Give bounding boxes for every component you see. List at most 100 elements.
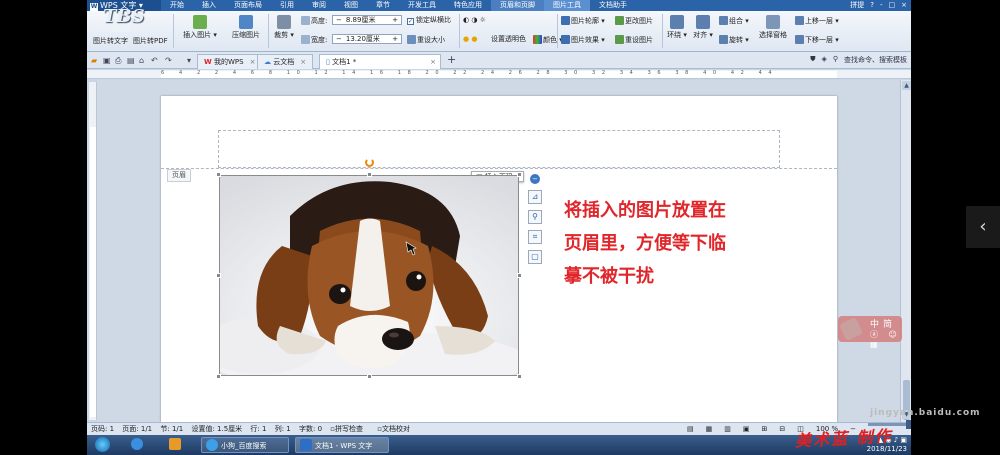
tab-doc-assistant[interactable]: 文档助手	[590, 0, 636, 11]
format-painter-icon[interactable]: ⌂	[139, 56, 144, 65]
horizontal-ruler[interactable]: 6 4 2 2 4 6 8 10 12 14 16 18 20 22 24 26…	[87, 70, 911, 79]
tbs-studio-logo: TBS studio	[103, 6, 145, 35]
close-icon[interactable]: ×	[250, 58, 256, 66]
picture-fill-icon[interactable]: ▢	[528, 250, 542, 264]
scroll-up-icon[interactable]: ▲	[902, 81, 911, 90]
watermark: jingyan.baidu.com	[870, 408, 981, 418]
undo-icon[interactable]: ↶	[151, 56, 158, 65]
close-button[interactable]: ×	[901, 0, 907, 11]
resize-handle-nw[interactable]	[216, 172, 221, 177]
windows-logo-icon	[95, 437, 110, 452]
document-icon: ▯	[326, 58, 330, 66]
color-button[interactable]: 颜色 ▾	[533, 35, 563, 45]
new-tab-button[interactable]: +	[447, 53, 456, 66]
start-button[interactable]	[91, 437, 117, 453]
tab-header-footer[interactable]: 页眉和页脚	[491, 0, 544, 11]
group-button[interactable]: 组合 ▾	[719, 16, 749, 26]
input-method-bar[interactable]: 中简 ⓐ ☺ ▦	[838, 316, 902, 349]
resize-handle-se[interactable]	[517, 374, 522, 379]
view-mode-icon[interactable]: ▤	[687, 423, 694, 435]
taskbar-wps[interactable]: 文档1 - WPS 文字	[295, 437, 389, 453]
selection-pane-button[interactable]: 选择窗格	[755, 13, 791, 40]
view-mode-icon[interactable]: ▣	[743, 423, 750, 435]
crop-button[interactable]: 裁剪 ▾	[271, 13, 297, 40]
wrap-button[interactable]: 环绕 ▾	[664, 13, 690, 40]
skin-icon: ◈	[821, 55, 827, 63]
tab-view[interactable]: 视图	[335, 0, 367, 11]
compress-picture-button[interactable]: 压缩图片	[228, 13, 264, 40]
tab-my-wps[interactable]: W 我的WPS ×	[197, 54, 263, 69]
chevron-left-icon[interactable]: ‹	[966, 206, 1000, 248]
send-backward-button[interactable]: 下移一层 ▾	[795, 35, 839, 45]
puppy-picture[interactable]	[219, 175, 519, 376]
tab-chapter[interactable]: 章节	[367, 0, 399, 11]
proofread-toggle[interactable]: ▫文档校对	[377, 425, 416, 433]
spell-check-toggle[interactable]: ▫拼写检查	[330, 425, 369, 433]
tab-picture-tools[interactable]: 图片工具	[544, 0, 590, 11]
document-page[interactable]: 页眉 ▣ 插入页码 ▾	[161, 96, 837, 422]
tab-features[interactable]: 特色应用	[445, 0, 491, 11]
layout-options-icon[interactable]: ⊿	[528, 190, 542, 204]
zoom-picture-icon[interactable]: ⚲	[528, 210, 542, 224]
checkbox-checked-icon: ✓	[407, 18, 414, 25]
header-area[interactable]	[218, 130, 780, 168]
user-button[interactable]: 拼提	[850, 0, 864, 11]
tab-developer[interactable]: 开发工具	[399, 0, 445, 11]
view-mode-icon[interactable]: ▥	[724, 423, 731, 435]
close-icon[interactable]: ×	[430, 55, 436, 69]
tab-cloud-docs[interactable]: ☁ 云文档 ×	[257, 54, 314, 69]
change-picture-button[interactable]: 更改图片	[615, 16, 653, 26]
pic-to-pdf-button[interactable]: 图片转PDF	[133, 37, 168, 46]
tab-review[interactable]: 审阅	[303, 0, 335, 11]
taskbar-browser[interactable]: 小狗_百度搜索	[201, 437, 289, 453]
resize-handle-e[interactable]	[517, 273, 522, 278]
preview-icon[interactable]: ▤	[127, 56, 135, 65]
crop-picture-icon[interactable]: ⌗	[528, 230, 542, 244]
taskbar-ie[interactable]	[127, 437, 150, 453]
picture-outline-button[interactable]: 图片轮廓 ▾	[561, 16, 605, 26]
header-divider	[161, 168, 837, 169]
set-transparent-button[interactable]: 设置透明色	[491, 35, 526, 44]
taskbar-media[interactable]	[165, 437, 188, 453]
view-mode-icon[interactable]: ⊟	[779, 423, 785, 435]
print-icon[interactable]: ⎙	[115, 56, 121, 66]
picture-effect-button[interactable]: 图片效果 ▾	[561, 35, 605, 45]
pic-to-text-button[interactable]: 图片转文字	[93, 37, 128, 46]
contrast-buttons[interactable]: ◐ ◑ ☼	[463, 16, 486, 25]
minimize-button[interactable]: -	[880, 0, 883, 11]
help-button[interactable]: ?	[870, 0, 874, 11]
redo-icon[interactable]: ↷	[165, 56, 172, 65]
tab-page-layout[interactable]: 页面布局	[225, 0, 271, 11]
resize-handle-ne[interactable]	[517, 172, 522, 177]
rotate-handle[interactable]	[365, 158, 374, 167]
height-input[interactable]: −8.89厘米 +	[332, 15, 402, 25]
resize-handle-s[interactable]	[367, 374, 372, 379]
bring-forward-icon	[795, 16, 804, 25]
vertical-ruler[interactable]	[89, 82, 97, 420]
rotate-button[interactable]: 旋转 ▾	[719, 35, 749, 45]
width-input[interactable]: −13.20厘米 +	[332, 34, 402, 44]
tab-document1[interactable]: ▯ 文档1 * ×	[319, 54, 441, 69]
vertical-scrollbar[interactable]: ▲ ▼	[900, 80, 911, 422]
reset-size-button[interactable]: 重设大小	[407, 35, 445, 45]
close-icon[interactable]: ×	[300, 58, 306, 66]
save-icon[interactable]: ▣	[103, 56, 111, 65]
reset-picture-button[interactable]: 重设图片	[615, 35, 653, 45]
bring-forward-button[interactable]: 上移一层 ▾	[795, 16, 839, 26]
insert-picture-button[interactable]: 插入图片 ▾	[179, 13, 221, 40]
view-mode-icon[interactable]: ⊞	[762, 423, 768, 435]
brightness-buttons[interactable]: ● ●	[463, 35, 477, 44]
maximize-button[interactable]: □	[889, 0, 896, 11]
customize-toolbar-icon[interactable]: ▾	[187, 56, 191, 65]
open-folder-icon[interactable]: ▰	[91, 56, 97, 65]
view-mode-icon[interactable]: ▦	[706, 423, 713, 435]
tab-insert[interactable]: 插入	[193, 0, 225, 11]
tab-references[interactable]: 引用	[271, 0, 303, 11]
lock-ratio-checkbox[interactable]: ✓ 锁定纵横比	[407, 16, 451, 25]
align-button[interactable]: 对齐 ▾	[690, 13, 716, 40]
resize-handle-sw[interactable]	[216, 374, 221, 379]
resize-handle-n[interactable]	[367, 172, 372, 177]
resize-handle-w[interactable]	[216, 273, 221, 278]
collapse-icon[interactable]: −	[530, 174, 540, 184]
command-search[interactable]: ⛊ ◈ ⚲ 查找命令、搜索模板	[810, 55, 907, 65]
